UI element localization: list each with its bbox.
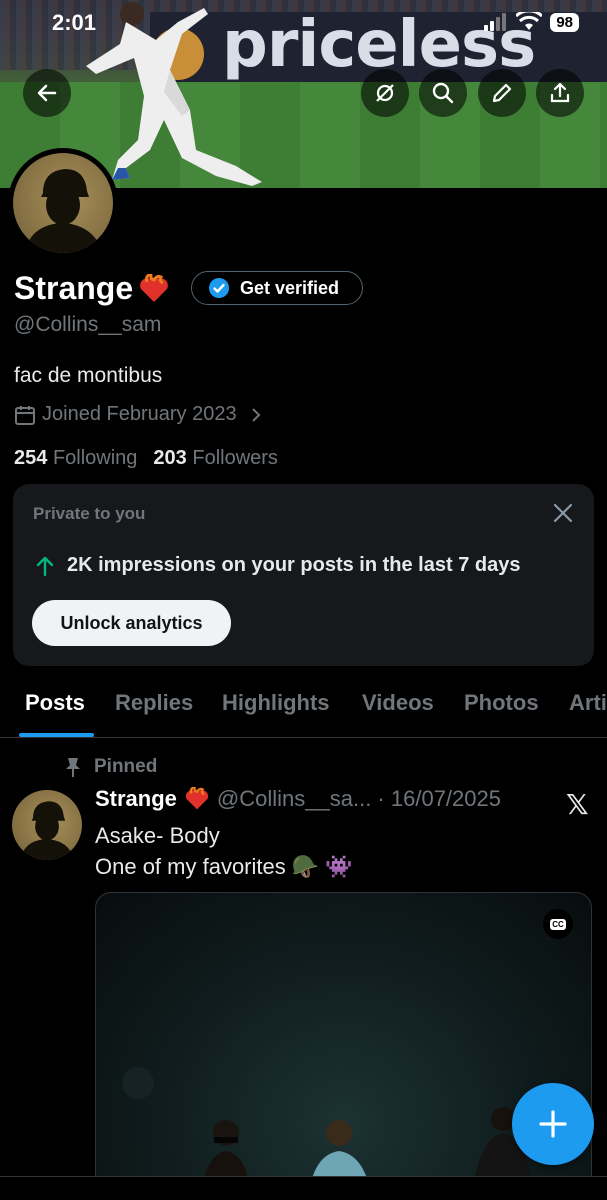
search-button[interactable]: [419, 69, 467, 117]
status-bar: 2:01 98: [0, 0, 607, 46]
tab-videos[interactable]: Videos: [362, 690, 434, 716]
tab-highlights[interactable]: Highlights: [222, 690, 330, 716]
tab-posts[interactable]: Posts: [25, 690, 85, 716]
pinned-label: Pinned: [94, 756, 158, 777]
pencil-icon: [492, 83, 512, 103]
video-frame-performers: [122, 1067, 534, 1199]
avatar-silhouette-small: [20, 801, 75, 860]
following-count: 254: [14, 447, 48, 469]
display-name: Strange: [14, 270, 134, 306]
profile-avatar[interactable]: [8, 148, 118, 258]
post-header: Strange @Collins__sa... · 16/07/2025: [95, 786, 501, 812]
tab-photos[interactable]: Photos: [464, 690, 539, 716]
post-avatar[interactable]: [12, 790, 82, 860]
back-button[interactable]: [23, 69, 71, 117]
chevron-right-icon: [251, 407, 260, 422]
bottom-navigation: [0, 1176, 607, 1200]
avatar-silhouette: [25, 169, 103, 253]
unlock-analytics-button[interactable]: Unlock analytics: [32, 600, 231, 646]
impressions-text: 2K impressions on your posts in the last…: [67, 554, 521, 576]
follow-stats: 254 Following 203 Followers: [14, 447, 278, 470]
share-button[interactable]: [536, 69, 584, 117]
post-author-name[interactable]: Strange: [95, 786, 177, 812]
plus-icon: [539, 1110, 567, 1138]
get-verified-label: Get verified: [240, 277, 340, 298]
edit-button[interactable]: [478, 69, 526, 117]
joined-date[interactable]: Joined February 2023: [14, 403, 263, 426]
fire-heart-icon: [185, 787, 209, 810]
close-icon[interactable]: [552, 502, 574, 524]
followers-label: Followers: [192, 447, 278, 469]
followers-count: 203: [153, 447, 187, 469]
share-icon: [550, 82, 570, 103]
profile-handle: @Collins__sam: [14, 313, 162, 336]
tab-replies[interactable]: Replies: [115, 690, 193, 716]
x-logo-icon[interactable]: 𝕏: [566, 788, 589, 821]
post-video[interactable]: CC: [95, 892, 592, 1200]
private-analytics-card: Private to you 2K impressions on your po…: [13, 484, 594, 666]
joined-label: Joined February 2023: [42, 403, 237, 425]
get-verified-button[interactable]: Get verified: [191, 271, 363, 305]
profile-tabs: Posts Replies Highlights Videos Photos A…: [0, 686, 607, 738]
private-card-title: Private to you: [33, 504, 146, 523]
post-meta: @Collins__sa... · 16/07/2025: [216, 786, 501, 811]
wifi-icon: [516, 12, 543, 30]
compose-post-button[interactable]: [512, 1083, 594, 1165]
pin-icon: [66, 758, 80, 777]
battery-indicator: 98: [550, 12, 579, 32]
arrow-up-icon: [36, 556, 54, 576]
tab-articles[interactable]: Arti: [569, 690, 607, 716]
impressions-row: 2K impressions on your posts in the last…: [35, 554, 520, 577]
pinned-label-row: Pinned: [64, 756, 157, 778]
post-text: Asake- Body One of my favorites 🪖 👾: [95, 820, 353, 882]
status-icons: 98: [484, 12, 579, 32]
search-icon: [432, 82, 454, 104]
grok-button[interactable]: [361, 69, 409, 117]
verified-badge-icon: [209, 278, 229, 298]
grok-icon: [376, 84, 394, 102]
following-stat[interactable]: 254 Following: [14, 447, 137, 470]
followers-stat[interactable]: 203 Followers: [153, 447, 278, 470]
name-row: Strange: [14, 270, 171, 307]
calendar-icon: [15, 405, 35, 425]
status-time: 2:01: [52, 10, 97, 35]
arrow-left-icon: [37, 84, 57, 102]
post-line-1: Asake- Body: [95, 823, 220, 848]
active-tab-indicator: [19, 733, 94, 737]
following-label: Following: [52, 447, 138, 469]
post-line-2: One of my favorites 🪖 👾: [95, 854, 353, 879]
profile-bio: fac de montibus: [14, 364, 163, 387]
fire-heart-icon: [140, 273, 169, 302]
signal-icon: [484, 13, 507, 31]
